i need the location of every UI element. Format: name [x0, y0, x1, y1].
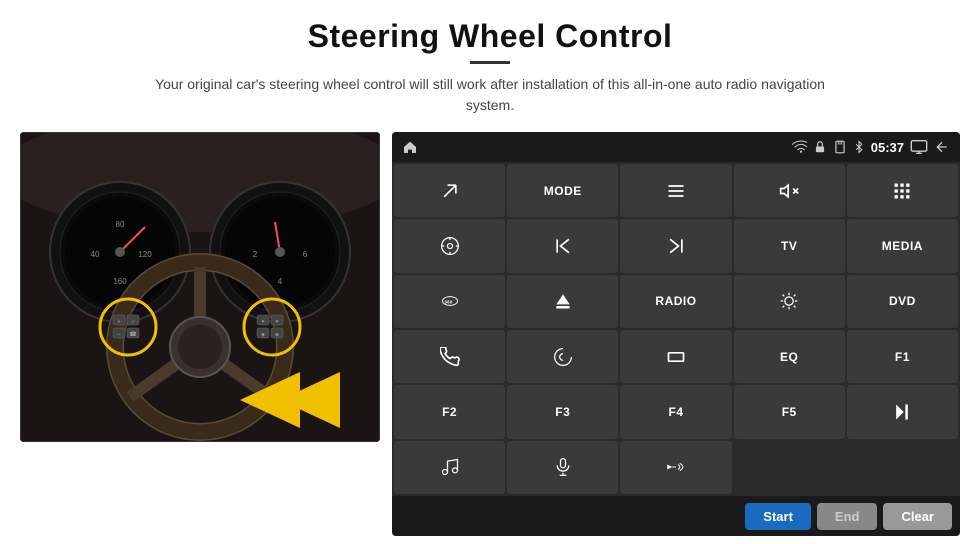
- radio-button[interactable]: RADIO: [620, 275, 731, 328]
- screen-icon: [910, 140, 928, 154]
- brightness-button[interactable]: [734, 275, 845, 328]
- svg-text:◈: ◈: [275, 332, 279, 338]
- panel-footer: Start End Clear: [392, 496, 960, 536]
- eq-button[interactable]: EQ: [734, 330, 845, 383]
- music-button[interactable]: [394, 441, 505, 494]
- mic-button[interactable]: [507, 441, 618, 494]
- subtitle: Your original car's steering wheel contr…: [140, 74, 840, 116]
- svg-text:6: 6: [303, 250, 308, 259]
- header-section: Steering Wheel Control Your original car…: [0, 0, 980, 124]
- f3-button[interactable]: F3: [507, 385, 618, 438]
- car-image: 80 120 160 40 4 6 2: [20, 132, 380, 442]
- control-panel: 05:37: [392, 132, 960, 536]
- f2-button[interactable]: F2: [394, 385, 505, 438]
- phone-button[interactable]: [394, 330, 505, 383]
- swirl-button[interactable]: [507, 330, 618, 383]
- clear-button[interactable]: Clear: [883, 503, 952, 530]
- tv-button[interactable]: TV: [734, 219, 845, 272]
- svg-text:◈: ◈: [261, 332, 265, 338]
- home-icon: [402, 139, 418, 155]
- lock-icon: [813, 140, 827, 154]
- f4-button[interactable]: F4: [620, 385, 731, 438]
- wifi-icon: [791, 139, 807, 155]
- media-button[interactable]: MEDIA: [847, 219, 958, 272]
- status-right: 05:37: [791, 139, 950, 155]
- bluetooth-icon: [853, 140, 865, 154]
- f1-button[interactable]: F1: [847, 330, 958, 383]
- back-icon: [934, 139, 950, 155]
- vol-call-button[interactable]: [620, 441, 731, 494]
- cam360-button[interactable]: 360: [394, 275, 505, 328]
- page-title: Steering Wheel Control: [40, 18, 940, 55]
- list-button[interactable]: [620, 164, 731, 217]
- start-button[interactable]: Start: [745, 503, 811, 530]
- nav-arrow-button[interactable]: [394, 164, 505, 217]
- mute-button[interactable]: [734, 164, 845, 217]
- svg-text:4: 4: [278, 277, 283, 286]
- svg-text:✦: ✦: [261, 319, 265, 325]
- playpause-button[interactable]: [847, 385, 958, 438]
- eject-button[interactable]: [507, 275, 618, 328]
- rect-button[interactable]: [620, 330, 731, 383]
- svg-text:120: 120: [138, 250, 152, 259]
- end-button[interactable]: End: [817, 503, 878, 530]
- panel-buttons: MODE TV: [392, 162, 960, 496]
- apps-button[interactable]: [847, 164, 958, 217]
- title-divider: [470, 61, 510, 64]
- svg-text:✦: ✦: [275, 319, 279, 325]
- svg-text:2: 2: [253, 250, 258, 259]
- svg-text:160: 160: [113, 277, 127, 286]
- panel-statusbar: 05:37: [392, 132, 960, 162]
- next-button[interactable]: [620, 219, 731, 272]
- svg-text:+: +: [118, 319, 121, 325]
- dvd-button[interactable]: DVD: [847, 275, 958, 328]
- settings-circle-button[interactable]: [394, 219, 505, 272]
- content-area: 80 120 160 40 4 6 2: [0, 124, 980, 544]
- status-time: 05:37: [871, 140, 904, 155]
- svg-text:360: 360: [444, 300, 452, 305]
- status-left: [402, 139, 418, 155]
- svg-text:−: −: [118, 332, 121, 338]
- svg-text:80: 80: [116, 220, 125, 229]
- mode-button[interactable]: MODE: [507, 164, 618, 217]
- page-wrapper: Steering Wheel Control Your original car…: [0, 0, 980, 544]
- sdcard-icon: [833, 140, 847, 154]
- svg-text:☎: ☎: [129, 331, 137, 338]
- prev-button[interactable]: [507, 219, 618, 272]
- svg-text:40: 40: [91, 250, 100, 259]
- f5-button[interactable]: F5: [734, 385, 845, 438]
